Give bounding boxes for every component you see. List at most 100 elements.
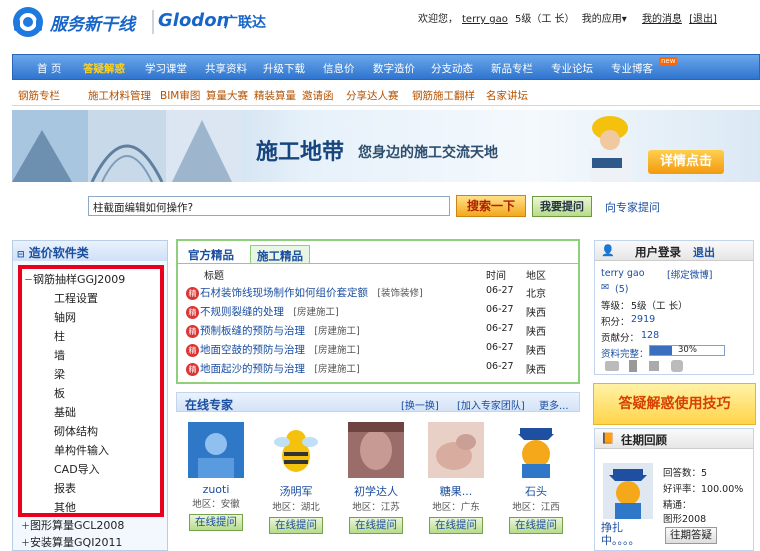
notice-title[interactable]: 地面起沙的预防与治理 — [200, 363, 305, 375]
site-logo[interactable]: 服务新干线 Glodon 广联达 — [8, 2, 298, 42]
subnav-item[interactable]: 名家讲坛 — [486, 88, 528, 103]
nav-digital-cost[interactable]: 数字造价 — [373, 61, 415, 76]
ask-expert-link[interactable]: 向专家提问 — [605, 199, 660, 215]
user-login-panel: 👤 用户登录 退出 terry gao [绑定微博] ✉ (5) 等级： 5级（… — [594, 240, 754, 375]
change-link[interactable]: [换一换] — [401, 397, 439, 412]
hot-badge-icon: 精 — [186, 324, 199, 338]
tree-leaf[interactable]: 墙 — [54, 347, 65, 363]
expert-card: zuoti 地区：安徽 在线提问 — [178, 422, 254, 531]
tree-leaf[interactable]: 单构件输入 — [54, 442, 109, 458]
hot-badge-icon: 精 — [186, 362, 199, 376]
ask-online-button[interactable]: 在线提问 — [269, 517, 323, 534]
nav-price-info[interactable]: 信息价 — [323, 61, 355, 76]
subnav-item[interactable]: 钢筋专栏 — [18, 88, 60, 103]
expert-name[interactable]: 石头 — [498, 483, 574, 499]
expert-name[interactable]: zuoti — [178, 483, 254, 496]
level-value: 5级（工 长） — [631, 301, 688, 312]
notice-row[interactable]: 精不规则裂缝的处理 [房建施工] 06-27 陕西 — [186, 304, 576, 322]
subnav-item[interactable]: 算量大赛 — [206, 88, 248, 103]
hot-badge-icon: 精 — [186, 305, 199, 319]
notice-row[interactable]: 精预制板缝的预防与治理 [房建施工] 06-27 陕西 — [186, 323, 576, 341]
expert-avatar[interactable] — [188, 422, 244, 478]
nav-forum[interactable]: 专业论坛 — [551, 61, 593, 76]
tree-leaf[interactable]: CAD导入 — [54, 461, 100, 477]
expert-name[interactable]: 汤明军 — [258, 483, 334, 499]
notice-tag: [房建施工] — [314, 345, 360, 356]
bind-weibo-link[interactable]: [绑定微博] — [667, 267, 712, 281]
tree-leaf[interactable]: 其他 — [54, 499, 76, 515]
subnav-item[interactable]: 精装算量 — [254, 88, 296, 103]
subnav-item[interactable]: BIM审图 — [160, 88, 200, 103]
past-answers-button[interactable]: 往期答疑 — [665, 527, 717, 544]
expert-name[interactable]: 初学达人 — [338, 483, 414, 499]
tree-leaf[interactable]: 基础 — [54, 404, 76, 420]
nav-qa[interactable]: 答疑解惑 — [83, 61, 125, 76]
my-app-menu[interactable]: 我的应用▾ — [582, 14, 627, 25]
tree-leaf[interactable]: 柱 — [54, 328, 65, 344]
notice-title[interactable]: 地面空鼓的预防与治理 — [200, 344, 305, 356]
notice-title[interactable]: 不规则裂缝的处理 — [200, 306, 284, 318]
login-title: 用户登录 — [635, 245, 681, 259]
tree-node-collapsed[interactable]: ＋安装算量GQI2011 — [21, 534, 122, 550]
more-link[interactable]: 更多... — [539, 397, 569, 412]
notice-row[interactable]: 精石材装饰线现场制作如何组价套定额 [装饰装修] 06-27 北京 — [186, 285, 576, 303]
ask-online-button[interactable]: 在线提问 — [429, 517, 483, 534]
subnav-item[interactable]: 分享达人赛 — [346, 88, 399, 103]
review-user-name[interactable]: 挣扎中。。。。 — [601, 521, 657, 547]
past-review-panel: 📙 往期回顾 回答数：5 好评率：100.00% 精通： 图形2008 挣扎中。… — [594, 428, 754, 551]
subnav-item[interactable]: 钢筋施工翻样 — [412, 88, 475, 103]
notice-row[interactable]: 精地面空鼓的预防与治理 [房建施工] 06-27 陕西 — [186, 342, 576, 360]
detail-button[interactable]: 详情点击 — [648, 150, 724, 174]
qa-tips-banner[interactable]: 答疑解惑使用技巧 — [593, 383, 756, 425]
expert-name[interactable]: 糖果... — [418, 483, 494, 499]
ask-online-button[interactable]: 在线提问 — [509, 517, 563, 534]
logout-link[interactable]: [退出] — [689, 14, 717, 25]
search-input[interactable]: 柱截面编辑如何操作? — [88, 196, 450, 216]
review-user-avatar[interactable] — [603, 463, 653, 519]
notice-region: 陕西 — [526, 308, 546, 319]
quick-tools-icons[interactable] — [605, 359, 695, 373]
nav-branch[interactable]: 分支动态 — [431, 61, 473, 76]
banner[interactable]: 施工地带 您身边的施工交流天地 详情点击 — [12, 110, 760, 182]
nav-new-product[interactable]: 新品专栏 — [491, 61, 533, 76]
username-link[interactable]: terry gao — [462, 14, 508, 25]
nav-study[interactable]: 学习课堂 — [145, 61, 187, 76]
answer-count: 回答数：5 — [663, 468, 708, 479]
tree-node-expanded[interactable]: －钢筋抽样GGJ2009 — [24, 271, 125, 287]
tree-leaf[interactable]: 轴网 — [54, 309, 76, 325]
tree-leaf[interactable]: 工程设置 — [54, 290, 98, 306]
ask-online-button[interactable]: 在线提问 — [189, 514, 243, 531]
expert-avatar[interactable] — [508, 422, 564, 478]
profile-progress-text: 30% — [678, 345, 697, 355]
tree-leaf[interactable]: 砌体结构 — [54, 423, 98, 439]
nav-home[interactable]: 首 页 — [37, 61, 61, 76]
ask-online-button[interactable]: 在线提问 — [349, 517, 403, 534]
mail-count[interactable]: (5) — [615, 284, 628, 295]
notice-title[interactable]: 石材装饰线现场制作如何组价套定额 — [200, 287, 368, 299]
tree-header[interactable]: ⊟ 造价软件类 — [13, 241, 167, 261]
tree-leaf[interactable]: 板 — [54, 385, 65, 401]
nav-blog[interactable]: 专业博客 — [611, 61, 653, 76]
my-messages-link[interactable]: 我的消息 — [642, 14, 682, 25]
tab-construction[interactable]: 施工精品 — [250, 245, 310, 263]
tree-leaf[interactable]: 报表 — [54, 480, 76, 496]
nav-share[interactable]: 共享资料 — [205, 61, 247, 76]
tree-node-collapsed[interactable]: ＋图形算量GCL2008 — [21, 517, 124, 533]
nav-download[interactable]: 升级下载 — [263, 61, 305, 76]
notice-title[interactable]: 预制板缝的预防与治理 — [200, 325, 305, 337]
mail-icon[interactable]: ✉ — [601, 282, 609, 293]
expert-avatar[interactable] — [348, 422, 404, 478]
login-logout-link[interactable]: 退出 — [693, 244, 715, 260]
search-button[interactable]: 搜索一下 — [456, 195, 526, 217]
login-username[interactable]: terry gao — [601, 268, 645, 279]
subnav-item[interactable]: 施工材料管理 — [88, 88, 151, 103]
ask-question-button[interactable]: 我要提问 — [532, 196, 592, 217]
subnav-item[interactable]: 邀请函 — [302, 88, 334, 103]
join-experts-link[interactable]: [加入专家团队] — [457, 397, 525, 412]
expert-avatar[interactable] — [428, 422, 484, 478]
tab-official[interactable]: 官方精品 — [182, 245, 240, 263]
notice-row[interactable]: 精地面起沙的预防与治理 [房建施工] 06-27 陕西 — [186, 361, 576, 379]
contrib-label: 贡献分： — [601, 333, 640, 344]
expert-avatar[interactable] — [268, 422, 324, 478]
tree-leaf[interactable]: 梁 — [54, 366, 65, 382]
